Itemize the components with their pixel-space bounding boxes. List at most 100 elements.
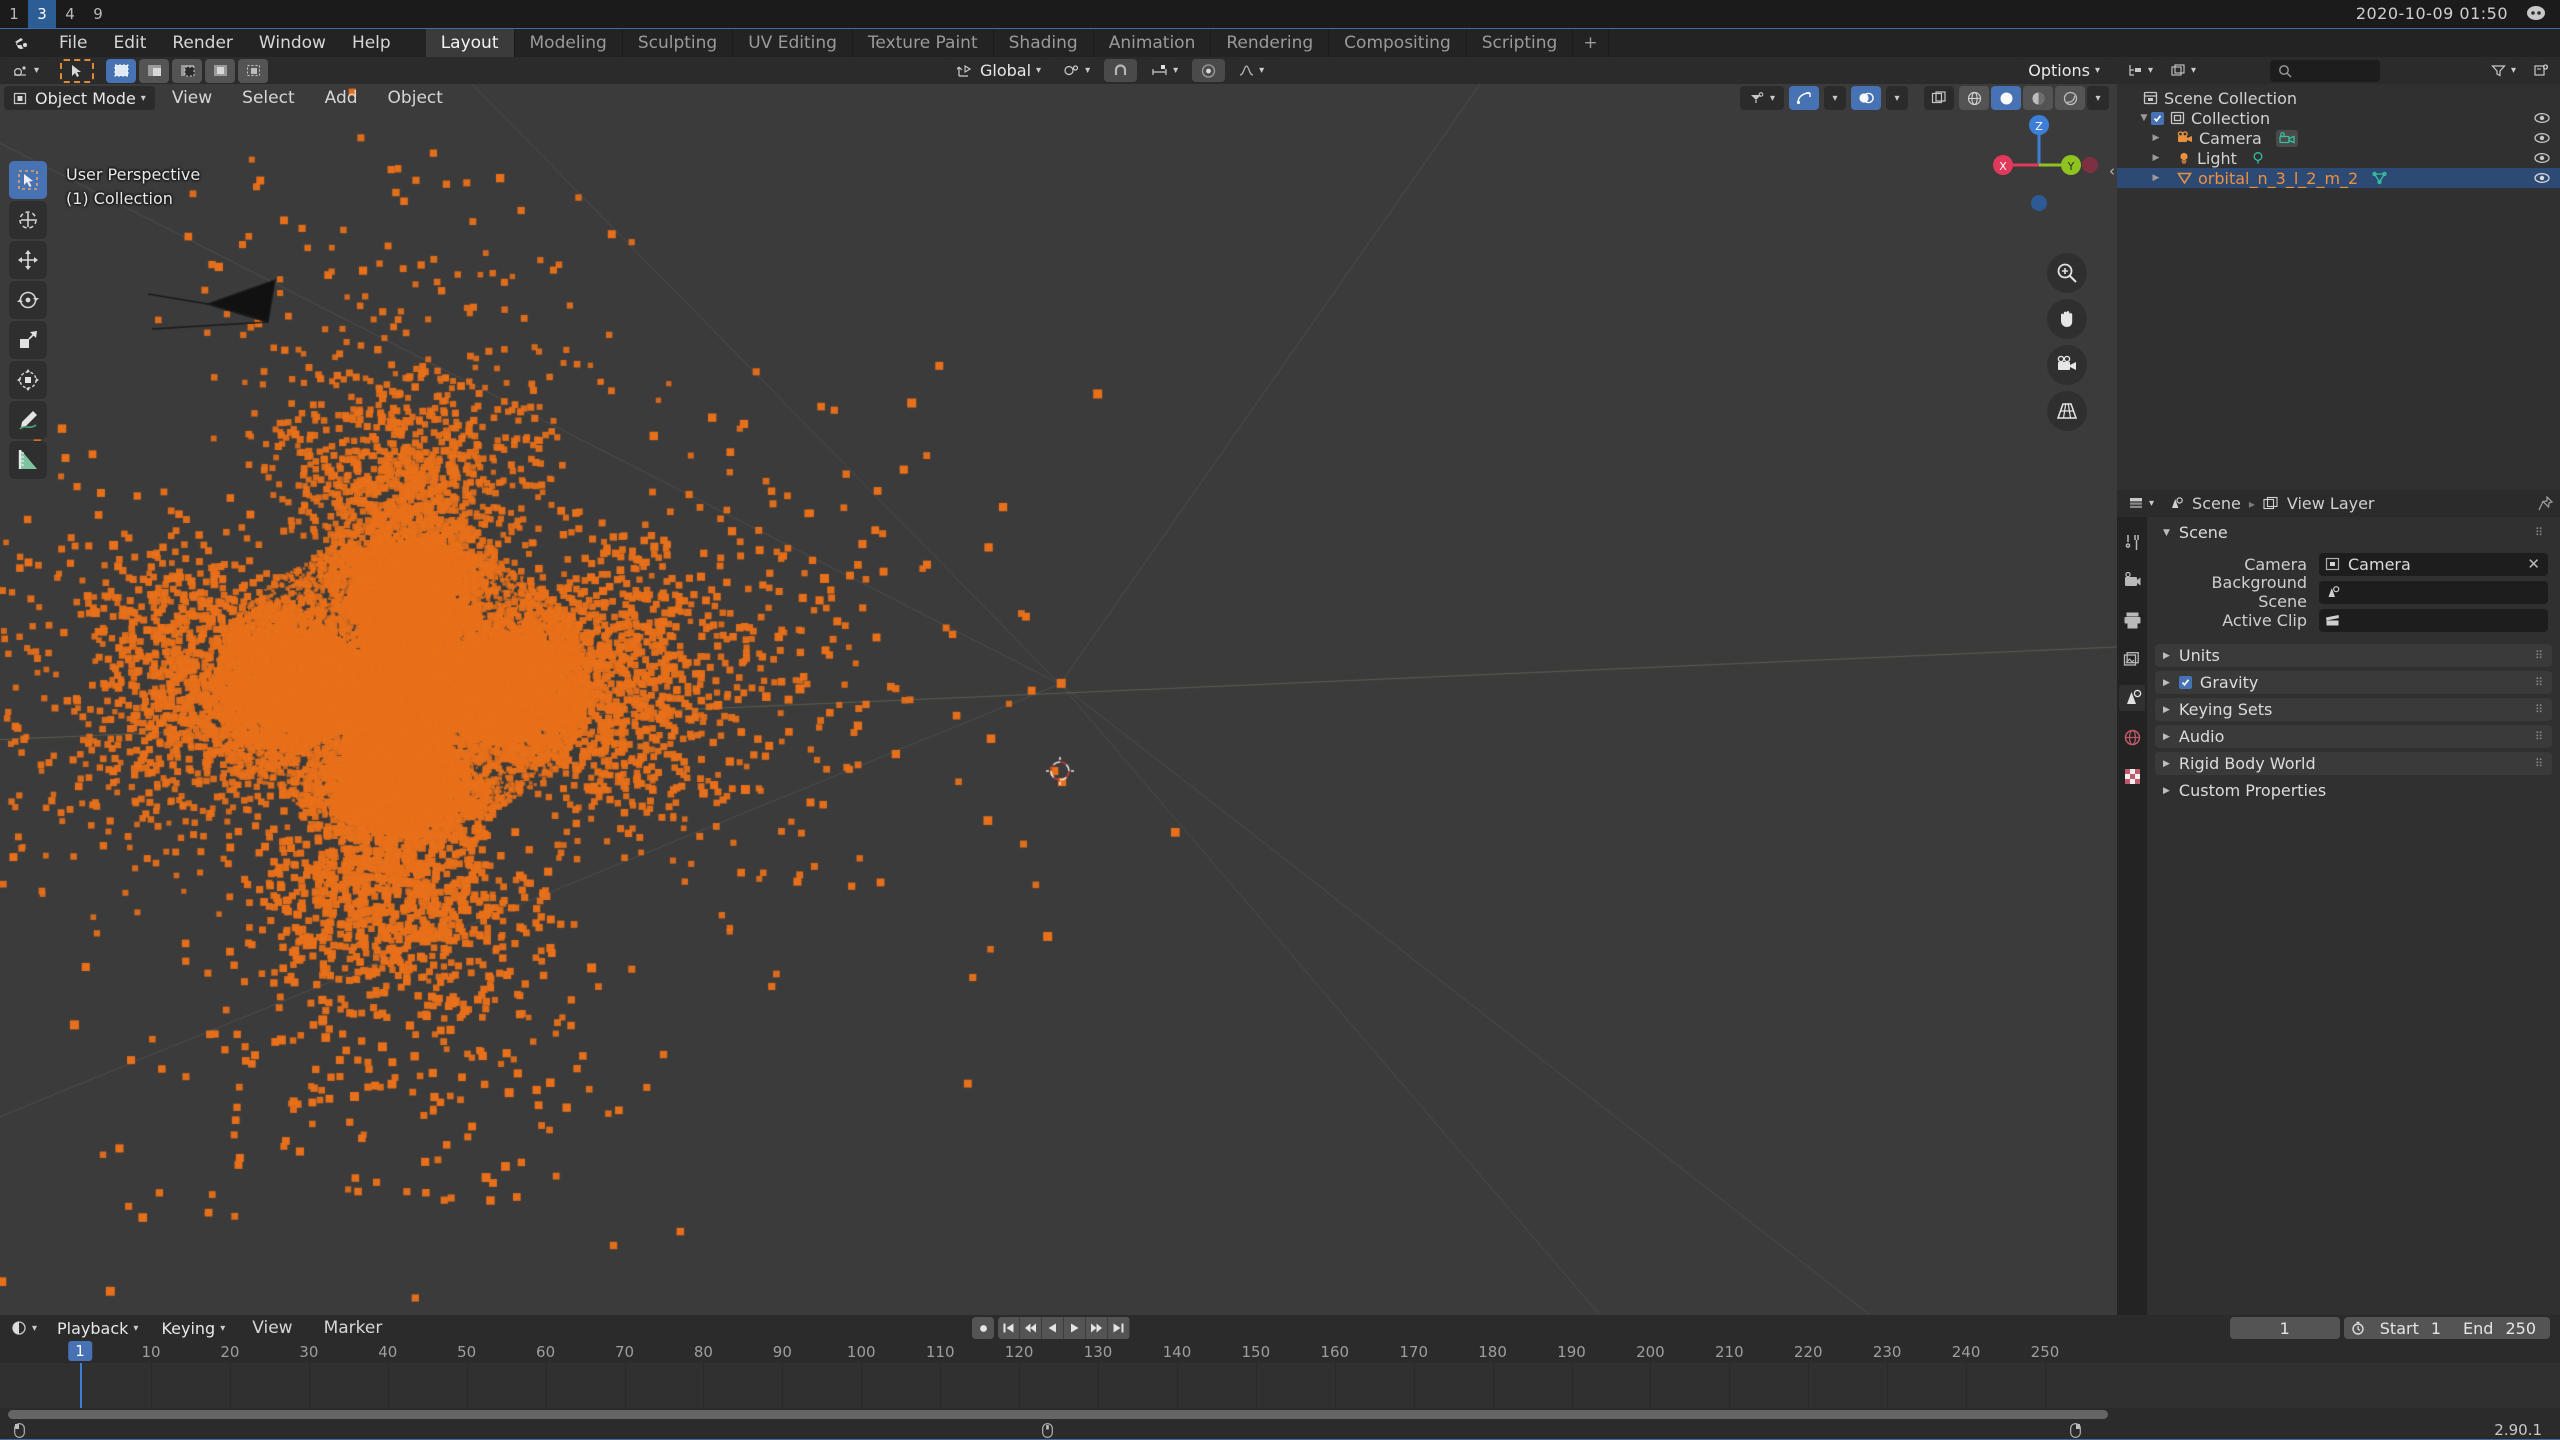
select-mode-subtract[interactable] bbox=[172, 58, 203, 83]
workspace-tab-uv-editing[interactable]: UV Editing bbox=[733, 28, 853, 58]
outliner-row-light[interactable]: ▶ Light bbox=[2117, 148, 2560, 168]
breadcrumb-view-layer[interactable]: View Layer bbox=[2287, 494, 2375, 513]
record-icon[interactable] bbox=[972, 1317, 994, 1339]
zoom-icon[interactable] bbox=[2047, 253, 2087, 293]
desktop-tab-9[interactable]: 9 bbox=[84, 0, 112, 28]
workspace-tab-animation[interactable]: Animation bbox=[1094, 28, 1212, 58]
proportional-editing-toggle[interactable] bbox=[1192, 59, 1226, 82]
panel-header-custom-properties[interactable]: ▶ Custom Properties bbox=[2155, 779, 2552, 802]
timeline-menu-playback[interactable]: Playback ▾ bbox=[48, 1317, 148, 1339]
disclosure-triangle-right-icon[interactable]: ▶ bbox=[2149, 153, 2163, 163]
shading-solid-button[interactable] bbox=[1991, 86, 2021, 110]
workspace-tab-compositing[interactable]: Compositing bbox=[1329, 28, 1467, 58]
next-keyframe-icon[interactable] bbox=[1086, 1317, 1108, 1339]
outliner-row-collection[interactable]: ▼ Collection bbox=[2117, 108, 2560, 128]
collection-checkbox[interactable] bbox=[2151, 111, 2164, 125]
measure-tool[interactable] bbox=[9, 441, 47, 479]
cursor-tool[interactable] bbox=[9, 201, 47, 239]
panel-header-keying-sets[interactable]: ▶ Keying Sets ⠿ bbox=[2155, 698, 2552, 721]
hide-in-viewport-eye-icon[interactable] bbox=[2534, 112, 2550, 124]
timeline-editor-type-selector[interactable]: ▾ bbox=[6, 1317, 44, 1339]
orbital-point-cloud[interactable] bbox=[0, 84, 2117, 1315]
menu-help[interactable]: Help bbox=[339, 31, 404, 55]
outliner-row-scene-collection[interactable]: Scene Collection bbox=[2117, 88, 2560, 108]
play-reverse-icon[interactable] bbox=[1042, 1317, 1064, 1339]
properties-editor-type-selector[interactable]: ▾ bbox=[2123, 492, 2161, 515]
menu-render[interactable]: Render bbox=[159, 31, 246, 55]
outliner-row-camera[interactable]: ▶ Camera bbox=[2117, 128, 2560, 148]
timeline-playhead[interactable] bbox=[80, 1363, 82, 1408]
shading-dropdown[interactable]: ▾ bbox=[2087, 86, 2109, 110]
gizmo-toggle-button[interactable] bbox=[1789, 86, 1819, 110]
outliner-display-mode-selector[interactable]: ▾ bbox=[2122, 59, 2160, 82]
timeline-playhead-label[interactable]: 1 bbox=[68, 1341, 92, 1361]
camera-datablock-field[interactable]: Camera ✕ bbox=[2319, 552, 2548, 576]
snap-target-selector[interactable]: ▾ bbox=[1142, 59, 1188, 82]
outliner-row-orbital-mesh[interactable]: ▶ orbital_n_3_l_2_m_2 bbox=[2117, 168, 2560, 188]
snap-toggle-button[interactable] bbox=[1104, 59, 1138, 82]
menu-window[interactable]: Window bbox=[246, 31, 339, 55]
object-visibility-button[interactable]: ▾ bbox=[1739, 86, 1784, 110]
select-mode-intersect[interactable] bbox=[238, 58, 269, 83]
workspace-tab-modeling[interactable]: Modeling bbox=[515, 28, 623, 58]
current-frame-field[interactable]: 1 bbox=[2229, 1317, 2340, 1339]
menu-edit[interactable]: Edit bbox=[100, 31, 159, 55]
workspace-tab-scripting[interactable]: Scripting bbox=[1467, 28, 1574, 58]
shading-rendered-button[interactable] bbox=[2055, 86, 2085, 110]
play-icon[interactable] bbox=[1064, 1317, 1086, 1339]
timeline-menu-marker[interactable]: Marker bbox=[311, 1316, 396, 1340]
jump-to-start-icon[interactable] bbox=[998, 1317, 1020, 1339]
panel-header-rigid-body-world[interactable]: ▶ Rigid Body World ⠿ bbox=[2155, 752, 2552, 775]
panel-header-audio[interactable]: ▶ Audio ⠿ bbox=[2155, 725, 2552, 748]
camera-view-icon[interactable] bbox=[2047, 345, 2087, 385]
move-tool[interactable] bbox=[9, 241, 47, 279]
open-sidebar-arrow-icon[interactable]: ‹ bbox=[2109, 162, 2115, 180]
viewport-menu-select[interactable]: Select bbox=[229, 86, 307, 110]
viewport-canvas[interactable] bbox=[0, 84, 2117, 1315]
viewport-menu-add[interactable]: Add bbox=[312, 86, 371, 110]
workspace-tab-rendering[interactable]: Rendering bbox=[1211, 28, 1330, 58]
desktop-tab-4[interactable]: 4 bbox=[56, 0, 84, 28]
properties-tab-tool[interactable] bbox=[2119, 529, 2145, 555]
navigation-gizmo[interactable]: Z X Y bbox=[1979, 105, 2099, 225]
disclosure-triangle-right-icon[interactable]: ▶ bbox=[2149, 173, 2163, 183]
disclosure-triangle-right-icon[interactable]: ▶ bbox=[2149, 133, 2163, 143]
new-collection-button[interactable] bbox=[2528, 59, 2555, 82]
outliner-search-input[interactable] bbox=[2270, 59, 2380, 82]
workspace-tab-shading[interactable]: Shading bbox=[994, 28, 1094, 58]
panel-header-units[interactable]: ▶ Units ⠿ bbox=[2155, 644, 2552, 667]
tweak-select-box-tool[interactable] bbox=[9, 161, 47, 199]
xray-toggle-button[interactable] bbox=[1924, 86, 1954, 110]
panel-header-gravity[interactable]: ▶ Gravity ⠿ bbox=[2155, 671, 2552, 694]
active-clip-field[interactable] bbox=[2319, 608, 2548, 632]
active-tool-icon[interactable] bbox=[60, 58, 95, 83]
outliner-filter-button[interactable]: ▾ bbox=[2484, 59, 2522, 82]
shading-wireframe-button[interactable] bbox=[1959, 86, 1989, 110]
hide-in-viewport-eye-icon[interactable] bbox=[2534, 132, 2550, 144]
workspace-tab-layout[interactable]: Layout bbox=[425, 28, 515, 58]
options-button[interactable]: Options ▾ bbox=[2019, 59, 2109, 82]
start-frame-value[interactable]: 1 bbox=[2427, 1319, 2455, 1338]
jump-to-end-icon[interactable] bbox=[1108, 1317, 1130, 1339]
editor-type-selector[interactable]: ▾ bbox=[4, 58, 49, 83]
select-mode-extend[interactable] bbox=[139, 58, 170, 83]
background-scene-field[interactable] bbox=[2319, 580, 2548, 604]
preview-range-icon[interactable] bbox=[2344, 1321, 2372, 1335]
desktop-tab-3[interactable]: 3 bbox=[28, 0, 56, 28]
gizmo-dropdown[interactable]: ▾ bbox=[1824, 86, 1846, 110]
end-frame-value[interactable]: 250 bbox=[2501, 1319, 2550, 1338]
workspace-tab-sculpting[interactable]: Sculpting bbox=[623, 28, 734, 58]
rotate-tool[interactable] bbox=[9, 281, 47, 319]
properties-tab-world[interactable] bbox=[2119, 724, 2145, 750]
properties-tab-render[interactable] bbox=[2119, 568, 2145, 594]
timeline-scrollbar-thumb[interactable] bbox=[8, 1410, 2108, 1419]
breadcrumb-scene[interactable]: Scene bbox=[2192, 494, 2241, 513]
desktop-tab-1[interactable]: 1 bbox=[0, 0, 28, 28]
viewport-menu-view[interactable]: View bbox=[159, 86, 225, 110]
overlays-toggle-button[interactable] bbox=[1851, 86, 1881, 110]
outliner-filter-scene-button[interactable]: ▾ bbox=[2165, 59, 2203, 82]
discord-icon[interactable] bbox=[2526, 5, 2546, 21]
properties-tab-output[interactable] bbox=[2119, 607, 2145, 633]
pin-icon[interactable] bbox=[2538, 495, 2554, 512]
proportional-falloff-selector[interactable]: ▾ bbox=[1230, 59, 1274, 82]
